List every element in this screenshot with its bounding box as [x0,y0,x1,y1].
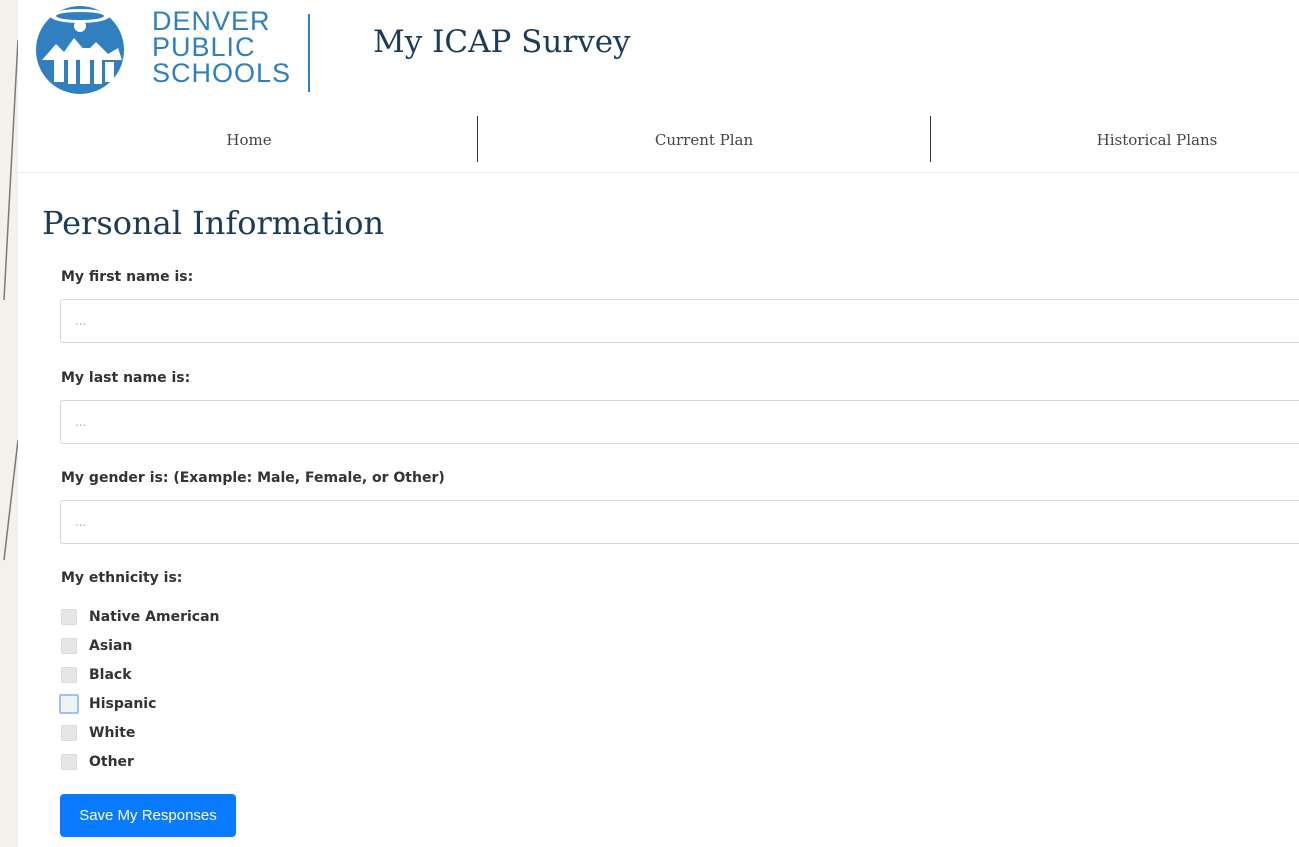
hispanic-label: Hispanic [89,696,157,712]
dps-emblem-icon [36,6,124,94]
main-nav: Home Current Plan Historical Plans [18,108,1299,173]
first-name-input[interactable] [61,300,1299,342]
app-title: My ICAP Survey [373,24,631,60]
dps-logo: DENVER PUBLIC SCHOOLS [34,4,310,94]
ethnicity-option-native-american[interactable]: Native American [61,606,219,628]
ethnicity-label: My ethnicity is: [61,570,183,586]
first-name-label: My first name is: [61,269,194,285]
logo-line-1: DENVER [152,6,271,36]
ethnicity-option-white[interactable]: White [61,722,135,744]
ethnicity-option-asian[interactable]: Asian [61,635,132,657]
ethnicity-option-black[interactable]: Black [61,664,132,686]
logo-line-3: SCHOOLS [152,58,292,88]
other-label: Other [89,754,134,770]
logo-wordmark: DENVER PUBLIC SCHOOLS [152,6,292,88]
asian-checkbox[interactable] [61,638,77,654]
white-label: White [89,725,136,741]
black-label: Black [89,667,132,683]
last-name-input[interactable] [61,401,1299,443]
section-title: Personal Information [42,204,385,242]
asian-label: Asian [89,638,133,654]
gender-field [60,500,1299,544]
other-checkbox[interactable] [61,754,77,770]
nav-current-plan[interactable]: Current Plan [478,108,930,172]
last-name-field [60,400,1299,444]
gender-input[interactable] [61,501,1299,543]
logo-line-2: PUBLIC [152,32,256,62]
first-name-field [60,299,1299,343]
nav-home[interactable]: Home [18,108,480,172]
white-checkbox[interactable] [61,725,77,741]
last-name-label: My last name is: [61,370,191,386]
native-american-label: Native American [89,609,220,625]
nav-historical-plans[interactable]: Historical Plans [931,108,1299,172]
header: DENVER PUBLIC SCHOOLS My ICAP Survey [18,0,1299,100]
gender-label: My gender is: (Example: Male, Female, or… [61,470,445,486]
save-responses-button[interactable]: Save My Responses [60,794,236,837]
page: DENVER PUBLIC SCHOOLS My ICAP Survey Hom… [18,0,1299,847]
logo-divider [308,14,310,92]
hispanic-checkbox[interactable] [59,694,79,714]
ethnicity-option-other[interactable]: Other [61,751,134,773]
ethnicity-option-hispanic[interactable]: Hispanic [59,693,157,715]
native-american-checkbox[interactable] [61,609,77,625]
black-checkbox[interactable] [61,667,77,683]
